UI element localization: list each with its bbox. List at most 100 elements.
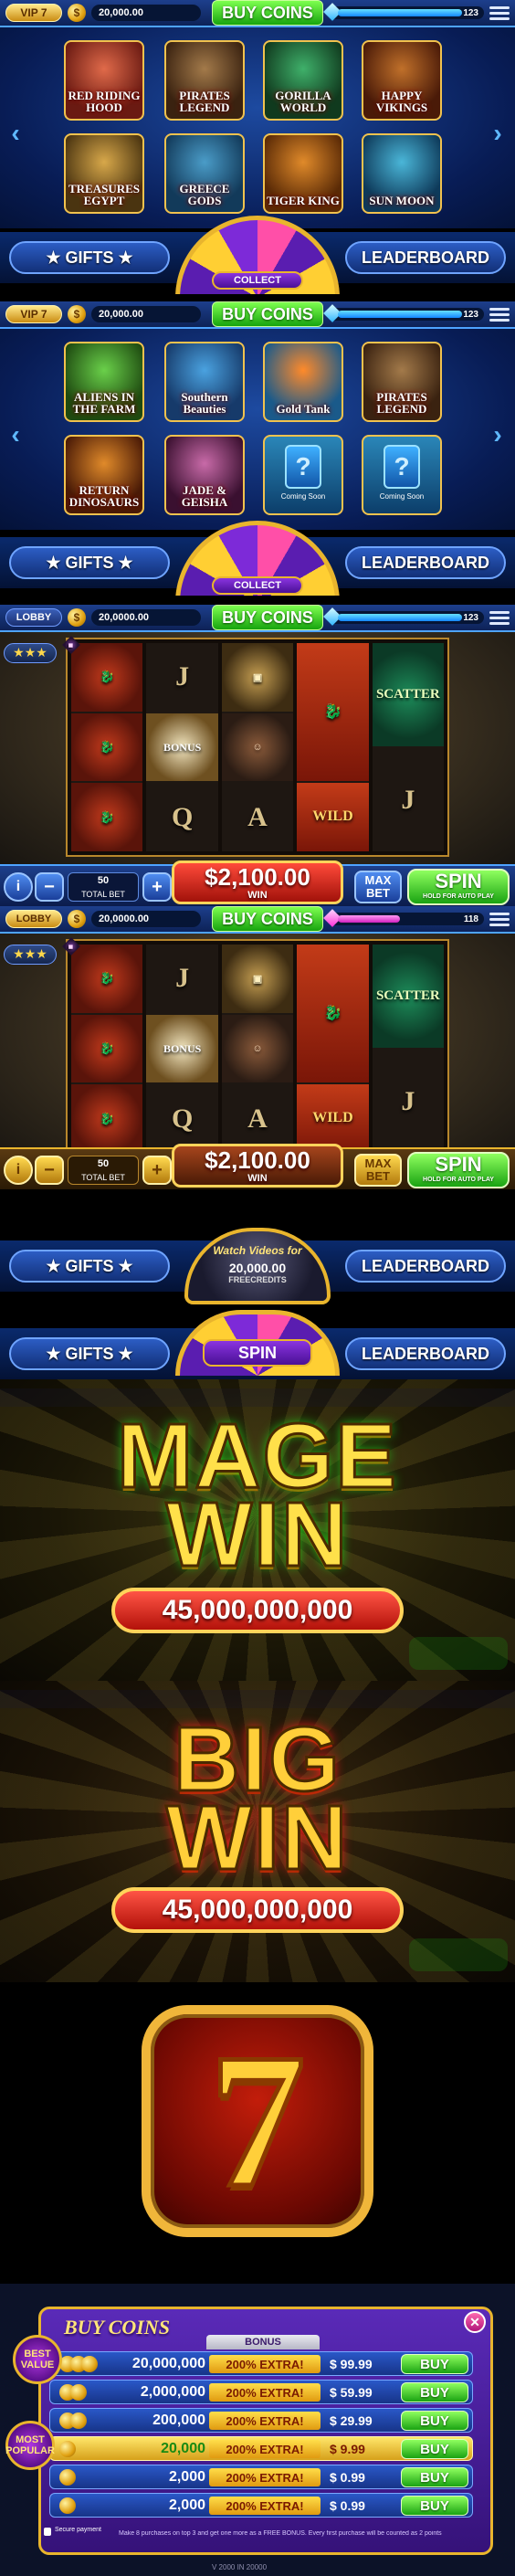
question-icon: ?	[384, 444, 420, 489]
wheel-spin-button[interactable]: SPIN	[203, 1339, 312, 1367]
dragon-symbol: 🐉	[71, 783, 143, 852]
gem-progress-fill	[338, 9, 462, 16]
lobby-button[interactable]: LOBBY	[5, 608, 62, 627]
leaderboard-button[interactable]: LEADERBOARD	[345, 241, 506, 274]
gem-count: 123	[463, 612, 478, 623]
game-tile[interactable]: TREASURES EGYPT	[64, 133, 144, 214]
secure-payment-label: Secure payment	[55, 2527, 101, 2533]
buy-coins-button[interactable]: BUY COINS	[212, 605, 323, 630]
reels: 🐉 🐉 🐉 J BONUS Q ▣ ☺ A 🐉 WILD ◆ SCATTER J	[62, 937, 449, 1158]
increase-bet-button[interactable]: +	[142, 1156, 172, 1185]
big-win-line-2: WIN	[164, 1787, 350, 1889]
purchase-bonus-note: Make 8 purchases on top 3 and get one mo…	[119, 2530, 442, 2537]
buy-button[interactable]: BUY	[401, 2439, 468, 2459]
dragon-symbol: 🐉	[71, 643, 143, 712]
chevron-right-icon[interactable]: ›	[491, 119, 504, 148]
most-popular-ribbon: MOST POPULAR	[5, 2421, 55, 2470]
buy-button[interactable]: BUY	[401, 2496, 468, 2516]
game-tile[interactable]: RED RIDING HOOD	[64, 40, 144, 121]
coin-package-row: 200,000 200% EXTRA! $ 29.99 BUY	[49, 2408, 473, 2433]
decrease-bet-button[interactable]: −	[35, 872, 64, 902]
buy-coins-button[interactable]: BUY COINS	[212, 301, 323, 327]
gem-balance: 123	[323, 607, 484, 626]
gifts-button[interactable]: ★ GIFTS ★	[9, 1250, 170, 1283]
leaderboard-button[interactable]: LEADERBOARD	[345, 1250, 506, 1283]
chevron-right-icon[interactable]: ›	[491, 420, 504, 449]
q-symbol: Q	[171, 1103, 194, 1134]
buy-coins-button[interactable]: BUY COINS	[212, 906, 323, 932]
info-button[interactable]: i	[4, 1156, 33, 1185]
spin-button[interactable]: SPIN HOLD FOR AUTO PLAY	[407, 1152, 510, 1188]
win-display: $2,100.00 WIN	[172, 1144, 343, 1188]
chevron-left-icon[interactable]: ‹	[9, 119, 22, 148]
decrease-bet-button[interactable]: −	[35, 1156, 64, 1185]
hero-symbol: ☺	[221, 713, 294, 782]
menu-icon[interactable]	[489, 607, 510, 628]
buy-button[interactable]: BUY	[401, 2354, 468, 2374]
game-tile[interactable]: RETURN DINOSAURS	[64, 435, 144, 515]
max-bet-button[interactable]: MAX BET	[354, 871, 402, 903]
star-icon: ★	[113, 1344, 133, 1363]
chevron-left-icon[interactable]: ‹	[9, 420, 22, 449]
gem-progress-fill	[338, 311, 462, 318]
lobby-button[interactable]: LOBBY	[5, 910, 62, 928]
game-tile[interactable]: Gold Tank	[263, 342, 343, 422]
info-button[interactable]: i	[4, 872, 33, 902]
star-icon: ★	[113, 553, 133, 572]
game-tile[interactable]: JADE & GEISHA	[164, 435, 245, 515]
big-win-screen: BIG WIN 45,000,000,000	[0, 1681, 515, 1982]
watch-video-badge[interactable]: Watch Videos for 20,000.00 FREECREDITS	[184, 1228, 331, 1304]
game-tile[interactable]: TIGER KING	[263, 133, 343, 214]
buy-button[interactable]: BUY	[401, 2411, 468, 2431]
game-tile[interactable]: HAPPY VIKINGS	[362, 40, 442, 121]
increase-bet-button[interactable]: +	[142, 872, 172, 902]
package-amount: 2,000,000	[140, 2384, 205, 2400]
reel: J BONUS Q	[146, 643, 218, 851]
game-tile[interactable]: GORILLA WORLD	[263, 40, 343, 121]
close-icon[interactable]: ✕	[464, 2311, 486, 2333]
menu-icon[interactable]	[489, 304, 510, 324]
max-bet-button[interactable]: MAX BET	[354, 1154, 402, 1187]
game-tile[interactable]: PIRATES LEGEND	[362, 342, 442, 422]
slot-screen-1: LOBBY $ 20,0000.00 BUY COINS 123 ★★★ 🐉 🐉…	[0, 605, 515, 906]
spin-button[interactable]: SPIN HOLD FOR AUTO PLAY	[407, 869, 510, 905]
coin-icon: $	[68, 608, 86, 627]
game-tile[interactable]: SUN MOON	[362, 133, 442, 214]
vip-badge[interactable]: VIP 7	[5, 305, 62, 323]
game-tile[interactable]: ALIENS IN THE FARM	[64, 342, 144, 422]
gifts-button[interactable]: ★ GIFTS ★	[9, 546, 170, 579]
buy-button[interactable]: BUY	[401, 2467, 468, 2487]
buy-button[interactable]: BUY	[401, 2382, 468, 2402]
package-price: $ 0.99	[330, 2498, 365, 2513]
total-bet-label: TOTAL BET	[81, 1173, 125, 1182]
collect-button[interactable]: COLLECT	[212, 271, 303, 290]
scatter-symbol: SCATTER	[372, 643, 445, 746]
menu-icon[interactable]	[489, 3, 510, 23]
game-tile[interactable]: PIRATES LEGEND	[164, 40, 245, 121]
coming-soon-label: Coming Soon	[280, 491, 326, 501]
leaderboard-button[interactable]: LEADERBOARD	[345, 546, 506, 579]
total-bet-label: TOTAL BET	[81, 890, 125, 899]
vip-badge[interactable]: VIP 7	[5, 4, 62, 22]
coin-package-row-highlighted: 20,000 200% EXTRA! $ 9.99 BUY	[49, 2436, 473, 2461]
game-tile[interactable]: GREECE GODS	[164, 133, 245, 214]
bonus-column-header: BONUS	[206, 2335, 320, 2349]
leaderboard-button[interactable]: LEADERBOARD	[345, 1337, 506, 1370]
win-label: WIN	[247, 1173, 268, 1184]
win-amount: $2,100.00	[205, 863, 310, 891]
coin-icon: $	[68, 910, 86, 928]
menu-icon[interactable]	[489, 909, 510, 929]
coin-package-row: 2,000 200% EXTRA! $ 0.99 BUY	[49, 2493, 473, 2518]
coin-stack-icon	[81, 2356, 98, 2372]
gifts-button[interactable]: ★ GIFTS ★	[9, 241, 170, 274]
buy-coins-button[interactable]: BUY COINS	[212, 0, 323, 26]
top-bar: VIP 7 $ 20,000.00 BUY COINS 123	[0, 301, 515, 329]
scatter-symbol: SCATTER	[372, 945, 445, 1048]
rating-stars: ★★★	[4, 643, 57, 663]
control-bar: i − 50 TOTAL BET + $2,100.00 WIN MAX BET…	[0, 1144, 515, 1189]
total-bet-display: 50 TOTAL BET	[68, 1156, 139, 1185]
gem-balance: 123	[323, 3, 484, 21]
collect-button[interactable]: COLLECT	[212, 576, 303, 595]
gifts-button[interactable]: ★ GIFTS ★	[9, 1337, 170, 1370]
game-tile[interactable]: Southern Beauties	[164, 342, 245, 422]
